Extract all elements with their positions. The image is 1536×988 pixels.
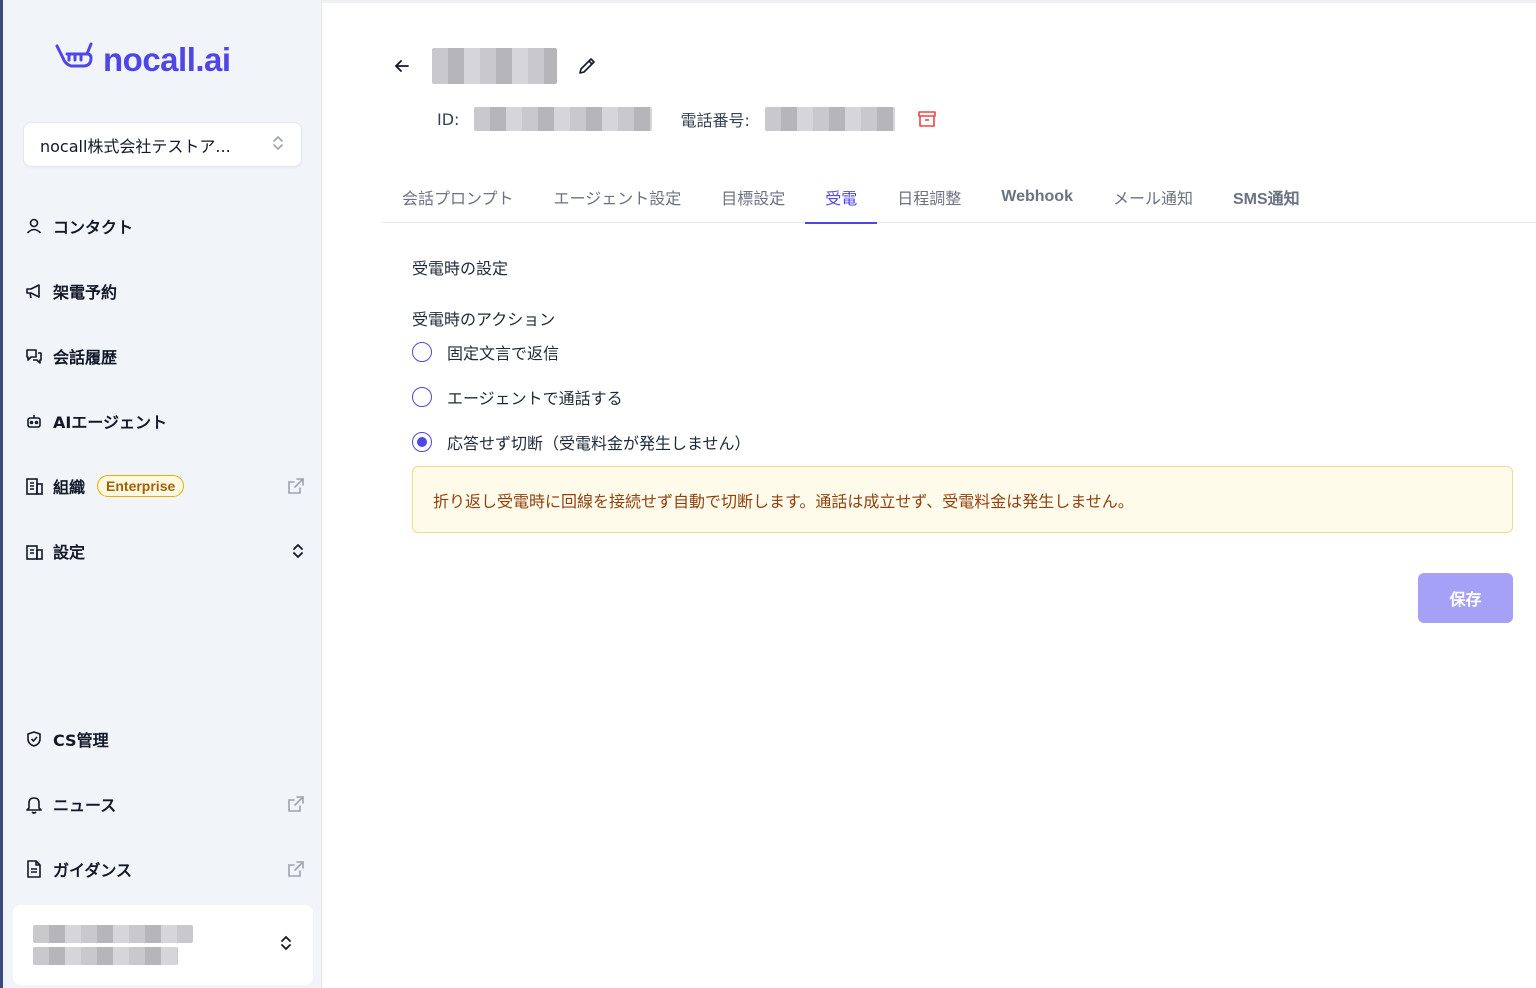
radio-label: 固定文言で返信 [447,344,560,363]
sidebar-item-conversation-history[interactable]: 会話履歴 [23,340,305,372]
tab-scheduling[interactable]: 日程調整 [877,171,981,223]
tab-incoming-call[interactable]: 受電 [805,171,878,224]
sidebar-item-label: コンタクト [53,218,134,237]
org-select[interactable]: nocall株式会社テストア... [23,122,302,167]
bell-icon [23,793,45,815]
document-icon [23,858,45,880]
sidebar-item-label: 組織 [53,478,86,497]
building-icon [23,540,45,562]
sidebar-item-label: 設定 [53,543,86,562]
chevron-up-down-icon [291,542,305,560]
notice-text: 折り返し受電時に回線を接続せず自動で切断します。通話は成立せず、受電料金は発生し… [433,491,1134,511]
agent-name-redacted [432,48,557,84]
radio-option-fixed-reply[interactable]: 固定文言で返信 [412,340,559,364]
tab-sms-notification[interactable]: SMS通知 [1213,171,1320,223]
sidebar-item-guidance[interactable]: ガイダンス [23,853,305,885]
radio-button[interactable] [412,342,432,362]
sidebar-item-label: AIエージェント [53,413,168,432]
sidebar-item-cs-management[interactable]: CS管理 [23,723,305,755]
sidebar-item-label: ニュース [53,796,117,815]
tab-conversation-prompt[interactable]: 会話プロンプト [382,171,534,223]
page-header [392,48,597,84]
save-button[interactable]: 保存 [1418,573,1513,623]
org-select-value: nocall株式会社テストア... [40,136,231,156]
external-link-icon [287,860,305,878]
pencil-icon[interactable] [577,56,597,76]
building-icon [23,475,45,497]
user-info-redacted [33,925,193,965]
sidebar-item-contacts[interactable]: コンタクト [23,210,305,242]
phone-value-redacted [764,107,895,131]
sidebar-item-call-reservation[interactable]: 架電予約 [23,275,305,307]
hand-logo-icon [53,40,95,80]
robot-icon [23,410,45,432]
tab-email-notification[interactable]: メール通知 [1093,171,1213,223]
section-title: 受電時の設定 [412,259,509,278]
enterprise-badge: Enterprise [97,475,185,497]
id-label: ID: [437,109,460,129]
external-link-icon [287,477,305,495]
main-content: ID: 電話番号: 会話プロンプト エージェント設定 目標設定 受電 日程調整 … [322,0,1536,988]
chevron-up-down-icon [271,134,285,156]
sidebar-item-organization[interactable]: 組織 Enterprise [23,470,305,502]
id-row: ID: 電話番号: [437,107,937,131]
sidebar: nocall.ai nocall株式会社テストア... コンタクト 架電予約 会 [0,0,322,988]
sidebar-item-label: CS管理 [53,731,109,750]
sidebar-item-label: ガイダンス [53,861,133,880]
radio-option-agent-call[interactable]: エージェントで通話する [412,385,623,409]
logo[interactable]: nocall.ai [53,40,231,80]
megaphone-icon [23,280,45,302]
tab-goal-settings[interactable]: 目標設定 [701,171,805,223]
radio-label: エージェントで通話する [447,389,623,408]
user-icon [23,215,45,237]
phone-label: 電話番号: [680,111,750,130]
sidebar-item-ai-agent[interactable]: AIエージェント [23,405,305,437]
radio-button[interactable] [412,432,432,452]
tab-agent-settings[interactable]: エージェント設定 [534,171,702,223]
back-arrow-icon[interactable] [392,56,412,76]
shield-icon [23,728,45,750]
logo-text: nocall.ai [103,41,231,78]
tab-bar: 会話プロンプト エージェント設定 目標設定 受電 日程調整 Webhook メー… [382,171,1536,224]
info-notice: 折り返し受電時に回線を接続せず自動で切断します。通話は成立せず、受電料金は発生し… [412,466,1513,533]
sidebar-item-label: 架電予約 [53,283,118,302]
tab-webhook[interactable]: Webhook [981,171,1093,223]
id-value-redacted [474,107,653,131]
archive-icon[interactable] [917,109,937,129]
radio-option-hang-up[interactable]: 応答せず切断（受電料金が発生しません） [412,430,751,454]
chevron-up-down-icon [279,934,293,956]
user-menu[interactable] [13,905,313,985]
app-root: nocall.ai nocall株式会社テストア... コンタクト 架電予約 会 [0,0,1536,988]
sidebar-item-settings[interactable]: 設定 [23,535,305,567]
sidebar-item-news[interactable]: ニュース [23,788,305,820]
sidebar-item-label: 会話履歴 [53,348,118,367]
chat-icon [23,345,45,367]
radio-button[interactable] [412,387,432,407]
radio-label: 応答せず切断（受電料金が発生しません） [447,434,751,453]
action-field-label: 受電時のアクション [412,310,556,329]
external-link-icon [287,795,305,813]
